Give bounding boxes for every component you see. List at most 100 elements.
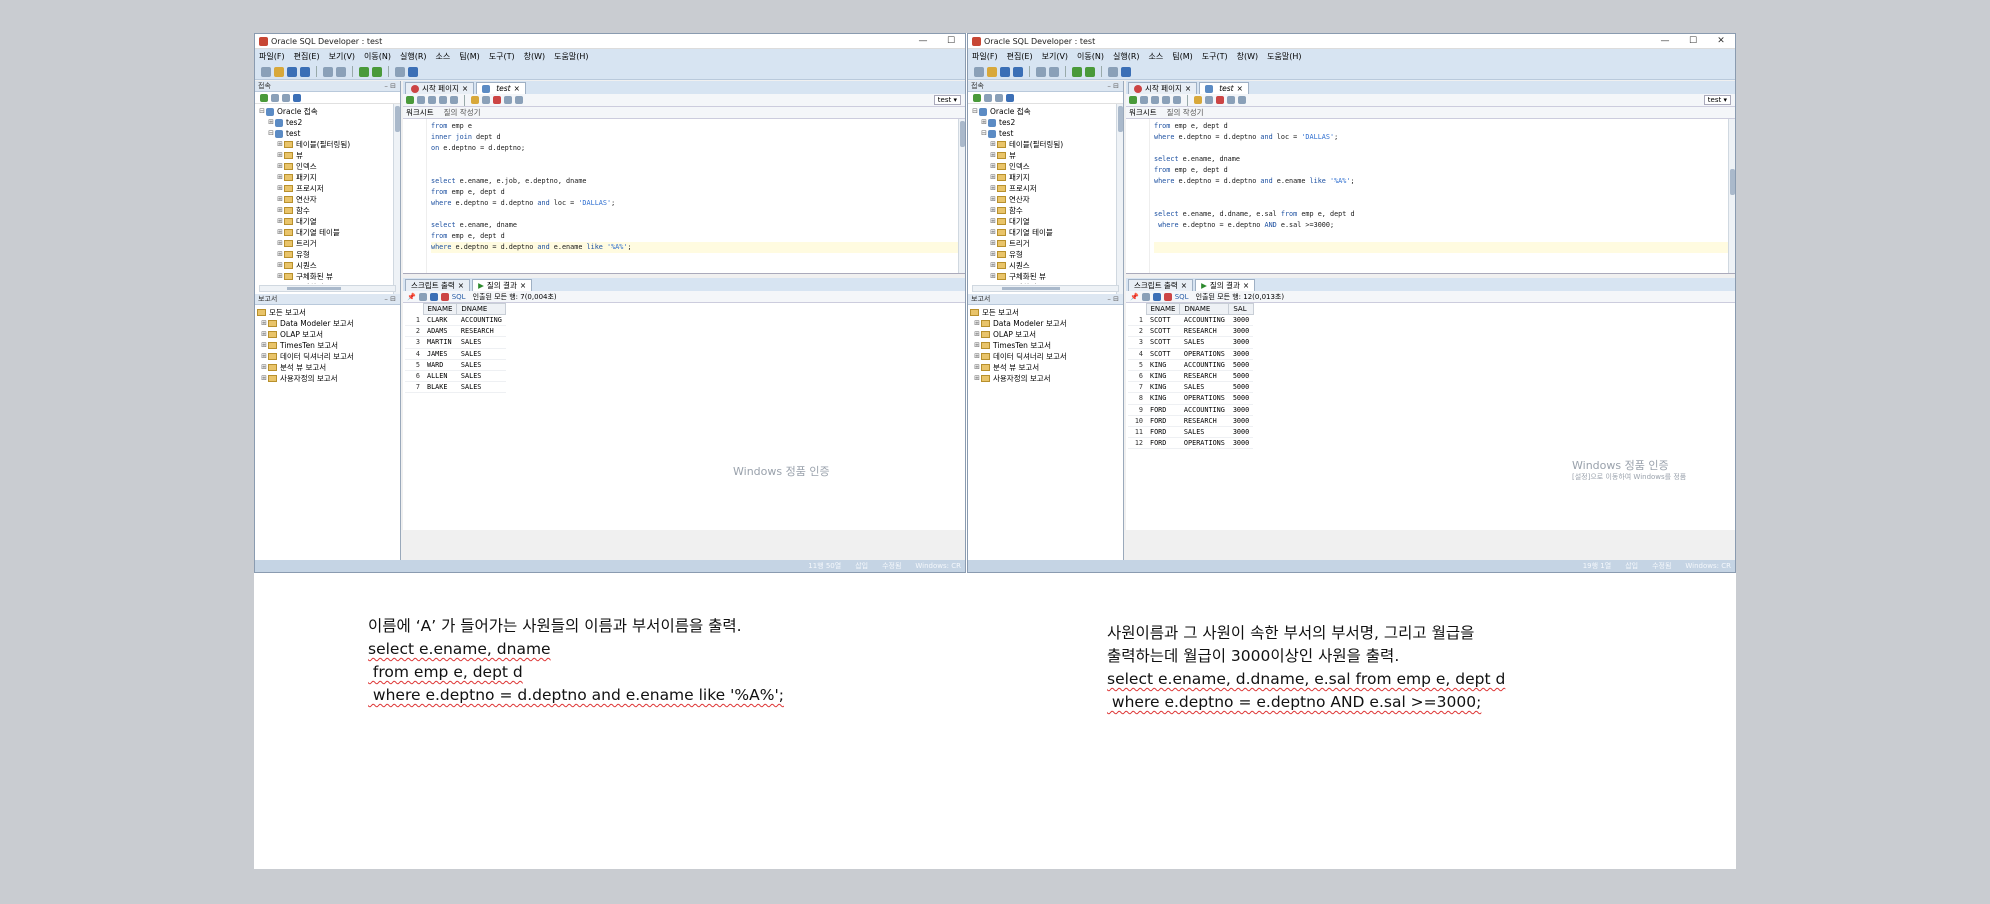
table-cell[interactable]: 3000 xyxy=(1228,415,1254,427)
print-icon[interactable] xyxy=(418,292,427,301)
forward-icon[interactable] xyxy=(1085,66,1095,77)
row-number[interactable]: 6 xyxy=(1128,370,1146,383)
back-icon[interactable] xyxy=(1072,66,1082,77)
table-cell[interactable]: 5000 xyxy=(1228,392,1254,405)
table-cell[interactable]: SALES xyxy=(456,348,506,360)
expand-icon[interactable]: ⊞ xyxy=(989,282,997,284)
tree-node[interactable]: ⊞ 테이블(필터링됨) xyxy=(968,139,1123,150)
expand-icon[interactable]: ⊞ xyxy=(276,282,284,284)
tree-node[interactable]: ⊞ 연산자 xyxy=(968,194,1123,205)
expand-icon[interactable]: ⊞ xyxy=(260,329,268,340)
run-script-icon[interactable] xyxy=(417,96,425,104)
code-line[interactable] xyxy=(1154,187,1735,198)
close-icon[interactable]: × xyxy=(462,83,468,94)
redo-icon[interactable] xyxy=(1049,66,1059,77)
row-number[interactable]: 5 xyxy=(1128,359,1146,371)
table-row[interactable]: 10 FORD RESEARCH 3000 xyxy=(1128,415,1254,427)
tree-node[interactable]: ⊟ Oracle 접속 xyxy=(968,106,1123,117)
sql-editor[interactable]: from emp e inner join dept d on e.deptno =… xyxy=(403,119,965,274)
close-icon[interactable]: × xyxy=(1237,83,1243,94)
table-cell[interactable]: 5000 xyxy=(1228,359,1254,371)
row-number[interactable]: 7 xyxy=(1128,381,1146,394)
undo-icon[interactable] xyxy=(323,66,333,77)
expand-icon[interactable]: ⊞ xyxy=(276,216,284,227)
row-number[interactable]: 3 xyxy=(405,336,423,349)
close-icon[interactable]: × xyxy=(520,280,526,291)
tab-script-output[interactable]: 스크립트 출력 × xyxy=(405,279,471,291)
tree-node[interactable]: ⊟ test xyxy=(255,128,400,139)
tree-hscrollbar[interactable] xyxy=(972,285,1119,292)
table-row[interactable]: 6 KING RESEARCH 5000 xyxy=(1128,370,1254,383)
table-cell[interactable]: JAMES xyxy=(423,348,457,360)
table-cell[interactable]: SCOTT xyxy=(1146,348,1180,360)
close-icon[interactable]: × xyxy=(458,280,464,291)
tree-scrollbar[interactable] xyxy=(393,104,400,294)
tab-query-result[interactable]: ▶ 질의 결과 × xyxy=(1195,279,1256,291)
table-cell[interactable]: KING xyxy=(1146,392,1180,405)
tree-node[interactable]: ⊞ 구체화된 뷰 xyxy=(255,271,400,282)
expand-icon[interactable]: ⊞ xyxy=(989,227,997,238)
new-icon[interactable] xyxy=(974,66,984,77)
report-node[interactable]: 모든 보고서 xyxy=(255,307,400,318)
format-icon[interactable] xyxy=(1227,96,1235,104)
row-number[interactable]: 8 xyxy=(1128,392,1146,405)
explain-plan-icon[interactable] xyxy=(1173,96,1181,104)
code-line[interactable]: inner join dept d xyxy=(431,132,965,143)
tree-node[interactable]: ⊞ 패키지 xyxy=(255,172,400,183)
stop-icon[interactable] xyxy=(1163,292,1172,301)
code-line[interactable] xyxy=(1154,198,1735,209)
report-node[interactable]: ⊞ TimesTen 보고서 xyxy=(968,340,1123,351)
code-line[interactable]: where e.deptno = e.deptno AND e.sal >=30… xyxy=(1154,220,1735,231)
table-cell[interactable]: WARD xyxy=(423,359,457,371)
code-line[interactable]: where e.deptno = d.deptno and loc = 'DAL… xyxy=(431,198,965,209)
menu-help[interactable]: 도움말(H) xyxy=(554,51,588,62)
tab-start-page[interactable]: 시작 페이지 × xyxy=(1128,82,1198,94)
report-node[interactable]: ⊞ TimesTen 보고서 xyxy=(255,340,400,351)
sql-tuning-icon[interactable] xyxy=(1216,96,1224,104)
table-cell[interactable]: MARTIN xyxy=(423,336,457,349)
tree-node[interactable]: ⊞ 대기열 테이블 xyxy=(255,227,400,238)
minimize-icon[interactable]: — xyxy=(1651,36,1679,46)
row-number[interactable]: 2 xyxy=(1128,325,1146,338)
code-line[interactable] xyxy=(1154,143,1735,154)
table-cell[interactable]: ADAMS xyxy=(423,325,457,338)
refresh-icon[interactable] xyxy=(984,93,992,102)
pin-icon[interactable]: 📌 xyxy=(1130,293,1139,301)
expand-icon[interactable]: ⊞ xyxy=(973,351,981,362)
tree-node[interactable]: ⊟ Oracle 접속 xyxy=(255,106,400,117)
table-cell[interactable]: ACCOUNTING xyxy=(1179,314,1229,327)
code-line[interactable]: where e.deptno = d.deptno and e.ename li… xyxy=(1154,176,1735,187)
expand-icon[interactable]: ⊞ xyxy=(260,340,268,351)
tab-test[interactable]: test × xyxy=(476,82,526,94)
expand-icon[interactable]: ⊞ xyxy=(260,351,268,362)
row-number[interactable]: 3 xyxy=(1128,336,1146,349)
result-grid[interactable]: ENAME DNAME SAL 1 SCOTT ACCOUNTING 3000 2 SCOTT R… xyxy=(1126,303,1735,530)
expand-icon[interactable]: ⊞ xyxy=(276,227,284,238)
expand-icon[interactable]: ⊞ xyxy=(989,260,997,271)
table-cell[interactable]: 3000 xyxy=(1228,325,1254,338)
commit-icon[interactable] xyxy=(1151,96,1159,104)
report-node[interactable]: ⊞ Data Modeler 보고서 xyxy=(968,318,1123,329)
table-row[interactable]: 5 KING ACCOUNTING 5000 xyxy=(1128,359,1254,371)
table-cell[interactable]: RESEARCH xyxy=(1179,325,1229,338)
menu-navigate[interactable]: 이동(N) xyxy=(364,51,391,62)
tab-worksheet[interactable]: 워크시트 xyxy=(1129,107,1157,118)
column-header[interactable]: DNAME xyxy=(456,303,507,315)
table-cell[interactable]: SALES xyxy=(456,359,506,371)
tree-node[interactable]: ⊞ 대기열 테이블 xyxy=(968,227,1123,238)
table-row[interactable]: 3 SCOTT SALES 3000 xyxy=(1128,336,1254,349)
row-number[interactable]: 2 xyxy=(405,325,423,338)
expand-icon[interactable]: ⊞ xyxy=(989,150,997,161)
code-line[interactable]: on e.deptno = d.deptno; xyxy=(431,143,965,154)
tree-node[interactable]: ⊞ 뷰 xyxy=(255,150,400,161)
tab-start-page[interactable]: 시작 페이지 × xyxy=(405,82,475,94)
minimize-icon[interactable]: — xyxy=(909,36,937,46)
report-node[interactable]: ⊞ 사용자정의 보고서 xyxy=(968,373,1123,384)
schema-browser-icon[interactable] xyxy=(293,93,301,102)
add-connection-icon[interactable] xyxy=(973,93,981,102)
report-node[interactable]: ⊞ 사용자정의 보고서 xyxy=(255,373,400,384)
binoculars-icon[interactable] xyxy=(408,66,418,77)
tree-node[interactable]: ⊞ 인덱스 xyxy=(255,161,400,172)
filter-icon[interactable] xyxy=(995,93,1003,102)
table-row[interactable]: 7 BLAKE SALES xyxy=(405,381,506,394)
